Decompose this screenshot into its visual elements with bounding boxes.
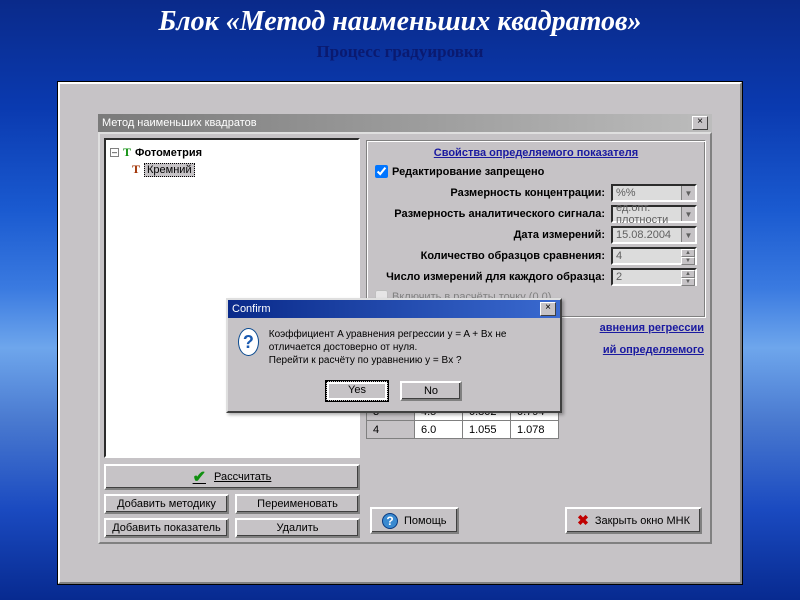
add-method-button[interactable]: Добавить методику: [104, 494, 229, 514]
lock-label: Редактирование запрещено: [392, 166, 544, 178]
range-link[interactable]: ий определяемого: [603, 344, 704, 356]
help-icon: ?: [382, 513, 398, 529]
tree-root-icon: T: [123, 145, 131, 160]
spin-up-icon[interactable]: ▲: [681, 249, 695, 257]
check-icon: ✔: [193, 467, 206, 487]
samples-value: 4: [616, 250, 622, 262]
sig-dim-select[interactable]: ед.опт. плотности▼: [611, 205, 697, 223]
date-label: Дата измерений:: [514, 229, 605, 241]
window-title: Метод наименьших квадратов: [102, 117, 257, 129]
cell-conc[interactable]: 6.0: [415, 421, 463, 439]
row-header: 4: [367, 421, 415, 439]
spin-down-icon[interactable]: ▼: [681, 257, 695, 265]
spin-up-icon[interactable]: ▲: [681, 270, 695, 278]
samples-label: Количество образцов сравнения:: [421, 250, 605, 262]
samples-spinner[interactable]: 4 ▲▼: [611, 247, 697, 265]
sig-dim-label: Размерность аналитического сигнала:: [394, 208, 605, 220]
close-icon: ✖: [577, 512, 589, 529]
confirm-line1: Коэффициент A уравнения регрессии y = A …: [269, 328, 550, 354]
conc-dim-value: %%: [616, 187, 636, 199]
tree-collapse-icon[interactable]: –: [110, 148, 119, 157]
chevron-down-icon: ▼: [681, 186, 695, 200]
cell-a2[interactable]: 1.078: [511, 421, 559, 439]
close-icon[interactable]: ×: [692, 116, 708, 130]
lock-checkbox[interactable]: [375, 165, 388, 178]
no-button[interactable]: No: [400, 381, 462, 401]
conc-dim-select[interactable]: %% ▼: [611, 184, 697, 202]
tree-child-label[interactable]: Кремний: [144, 163, 195, 177]
confirm-line2: Перейти к расчёту по уравнению y = Bx ?: [269, 354, 550, 367]
close-window-button-label: Закрыть окно МНК: [595, 515, 690, 527]
help-button[interactable]: ? Помощь: [370, 507, 459, 534]
date-value: 15.08.2004: [616, 229, 671, 241]
meas-value: 2: [616, 271, 622, 283]
regression-link[interactable]: авнения регрессии: [600, 322, 704, 334]
confirm-dialog: Confirm × ? Коэффициент A уравнения регр…: [226, 298, 562, 413]
chevron-down-icon: ▼: [681, 228, 695, 242]
tree-root-label[interactable]: Фотометрия: [135, 147, 202, 159]
meas-spinner[interactable]: 2 ▲▼: [611, 268, 697, 286]
conc-dim-label: Размерность концентрации:: [450, 187, 605, 199]
confirm-title: Confirm: [232, 303, 271, 315]
slide-frame: Метод наименьших квадратов × – T Фотомет…: [58, 82, 742, 584]
properties-title: Свойства определяемого показателя: [375, 147, 697, 159]
confirm-titlebar: Confirm ×: [228, 300, 560, 318]
question-icon: ?: [238, 328, 259, 356]
close-icon[interactable]: ×: [540, 302, 556, 316]
rename-button[interactable]: Переименовать: [235, 494, 360, 514]
delete-button[interactable]: Удалить: [235, 518, 360, 538]
date-input[interactable]: 15.08.2004 ▼: [611, 226, 697, 244]
calculate-button-label: Рассчитать: [214, 471, 271, 483]
table-row[interactable]: 46.01.0551.078: [367, 421, 559, 439]
add-indicator-button[interactable]: Добавить показатель: [104, 518, 229, 538]
slide-title: Блок «Метод наименьших квадратов»: [0, 0, 800, 38]
spin-down-icon[interactable]: ▼: [681, 278, 695, 286]
cell-a1[interactable]: 1.055: [463, 421, 511, 439]
confirm-message: Коэффициент A уравнения регрессии y = A …: [269, 328, 550, 367]
tree-child-icon: T: [132, 162, 140, 177]
meas-label: Число измерений для каждого образца:: [386, 271, 605, 283]
window-titlebar: Метод наименьших квадратов ×: [98, 114, 712, 132]
chevron-down-icon: ▼: [681, 207, 695, 221]
properties-group: Свойства определяемого показателя Редакт…: [366, 140, 706, 318]
slide-subtitle: Процесс градуировки: [0, 38, 800, 62]
close-window-button[interactable]: ✖ Закрыть окно МНК: [565, 507, 702, 534]
help-button-label: Помощь: [404, 515, 447, 527]
yes-button[interactable]: Yes: [326, 381, 388, 401]
calculate-button[interactable]: ✔ Рассчитать: [104, 464, 360, 490]
